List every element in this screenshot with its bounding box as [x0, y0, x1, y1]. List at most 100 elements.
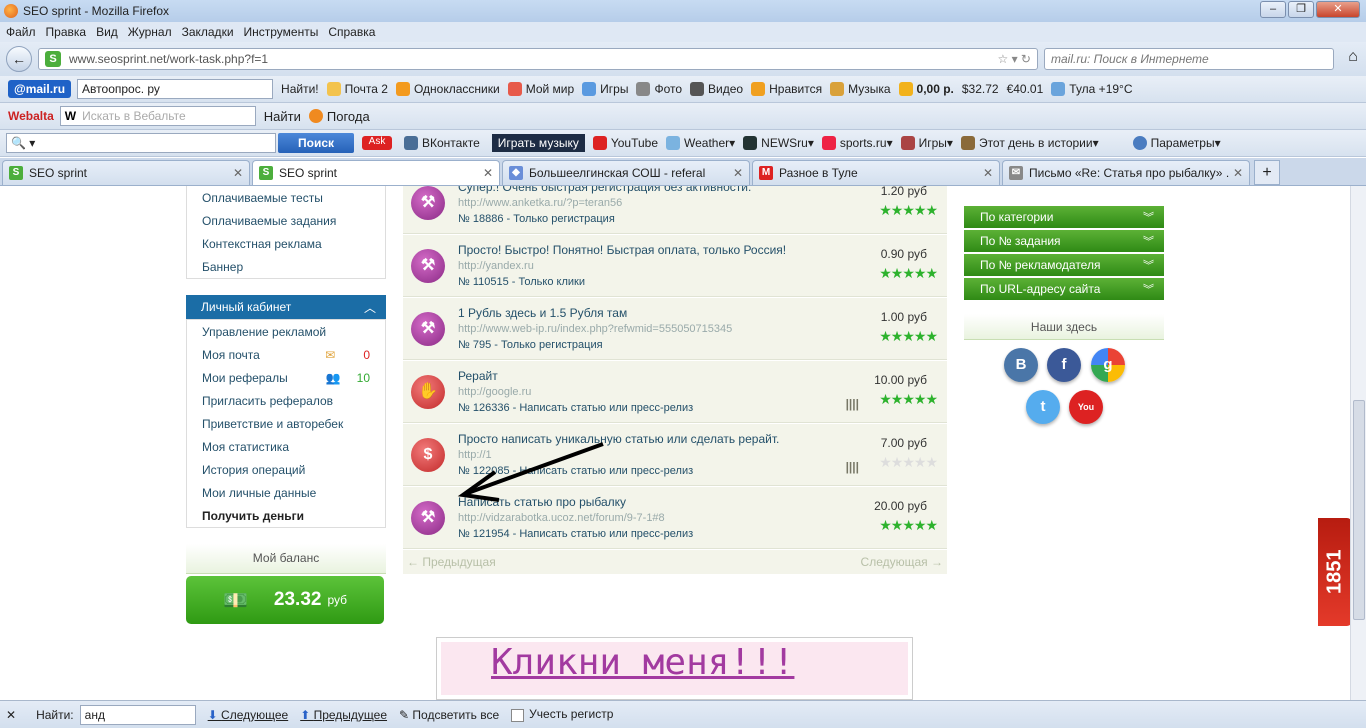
odnoklassniki-link[interactable]: Одноклассники [395, 82, 500, 96]
menu-tools[interactable]: Инструменты [244, 25, 319, 39]
tab-seosprint-1[interactable]: S SEO sprint ✕ [2, 160, 250, 185]
mailru-search-input[interactable]: Автоопрос. ру [77, 79, 274, 99]
maximize-button[interactable]: ❐ [1288, 1, 1314, 18]
toolbar-search-input[interactable]: 🔍 ▾ [6, 133, 276, 153]
address-bar[interactable]: S www.seosprint.net/work-task.php?f=1 ☆ … [38, 48, 1038, 70]
close-tab-icon[interactable]: ✕ [483, 166, 493, 180]
sidebar-item-tasks[interactable]: Оплачиваемые задания [187, 209, 385, 232]
ad-banner[interactable]: Кликни меня!!! [436, 637, 913, 700]
sportsru-link[interactable]: sports.ru ▾ [821, 136, 893, 150]
sidebar-item-stats[interactable]: Моя статистика [187, 435, 385, 458]
newsru-link[interactable]: NEWSru ▾ [743, 136, 814, 150]
eur-rate[interactable]: €40.01 [1007, 82, 1044, 96]
task-row[interactable]: ✋ Рерайт http://google.ru № 126336 - Нап… [403, 361, 947, 423]
webalta-logo[interactable]: Webalta [8, 109, 54, 123]
menu-help[interactable]: Справка [328, 25, 375, 39]
sidebar-item-mail[interactable]: Моя почта ✉ 0 [187, 343, 385, 366]
sidebar-item-tests[interactable]: Оплачиваемые тесты [187, 186, 385, 209]
task-title[interactable]: 1 Рубль здесь и 1.5 Рубля там [458, 306, 627, 320]
ask-icon[interactable]: Ask [362, 136, 396, 150]
find-input[interactable]: анд [79, 704, 196, 725]
play-music-button[interactable]: Играть музыку [488, 134, 585, 152]
banner-text[interactable]: Кликни меня!!! [441, 642, 908, 695]
tab-seosprint-2[interactable]: S SEO sprint ✕ [252, 160, 500, 185]
vertical-scrollbar[interactable] [1350, 186, 1366, 700]
menu-history[interactable]: Журнал [128, 25, 172, 39]
minimize-button[interactable]: ‒ [1260, 1, 1286, 18]
home-icon[interactable]: ⌂ [1342, 48, 1364, 70]
task-title[interactable]: Просто! Быстро! Понятно! Быстрая оплата,… [458, 243, 786, 257]
sidebar-item-invite[interactable]: Пригласить рефералов [187, 389, 385, 412]
find-next-button[interactable]: ⬇ Следующее [208, 708, 289, 722]
find-button[interactable]: Найти! [281, 82, 319, 96]
weather-widget[interactable]: Weather ▾ [666, 136, 735, 150]
menu-view[interactable]: Вид [96, 25, 118, 39]
history-day-link[interactable]: Этот день в истории ▾ [960, 136, 1099, 150]
webalta-search-input[interactable]: W Искать в Вебальте [59, 106, 256, 126]
task-row[interactable]: ⚒ 1 Рубль здесь и 1.5 Рубля там http://w… [403, 298, 947, 360]
tab-school-referal[interactable]: ◆ Большеелгинская СОШ - referal ✕ [502, 160, 750, 185]
vkontakte-link[interactable]: ВКонтакте [404, 136, 480, 150]
tab-tula[interactable]: M Разное в Туле ✕ [752, 160, 1000, 185]
close-window-button[interactable]: ✕ [1316, 1, 1360, 18]
bookmark-star-icon[interactable]: ☆ ▾ ↻ [997, 52, 1031, 66]
search-button[interactable]: Поиск [278, 133, 355, 153]
highlight-all-button[interactable]: ✎ Подсветить все [399, 708, 499, 722]
find-prev-button[interactable]: ⬆ Предыдущее [300, 708, 387, 722]
match-case-checkbox[interactable]: Учесть регистр [511, 707, 613, 722]
facebook-icon[interactable]: f [1047, 348, 1081, 382]
params-menu[interactable]: Параметры ▾ [1132, 136, 1221, 150]
close-tab-icon[interactable]: ✕ [233, 166, 243, 180]
sidebar-item-history[interactable]: История операций [187, 458, 385, 481]
search-bar[interactable]: mail.ru: Поиск в Интернете [1044, 48, 1334, 70]
task-title[interactable]: Супер.! Очень быстрая регистрация без ак… [458, 186, 751, 194]
games-link[interactable]: Игры [582, 82, 628, 96]
back-button[interactable]: ← [6, 46, 32, 72]
task-row[interactable]: ⚒ Просто! Быстро! Понятно! Быстрая оплат… [403, 235, 947, 297]
games-menu[interactable]: Игры ▾ [900, 136, 953, 150]
tab-letter[interactable]: ✉ Письмо «Re: Статья про рыбалку» ... ✕ [1002, 160, 1250, 185]
weather-button[interactable]: Погода [308, 109, 370, 124]
filter-task-number[interactable]: По № задания ︾ [964, 230, 1164, 252]
usd-rate[interactable]: $32.72 [962, 82, 999, 96]
cabinet-header[interactable]: Личный кабинет ︿ [186, 295, 386, 319]
scrollbar-thumb[interactable] [1353, 400, 1365, 620]
menu-bookmarks[interactable]: Закладки [182, 25, 234, 39]
weather-link[interactable]: Тула +19°C [1051, 82, 1133, 96]
next-page-link[interactable]: Следующая → [861, 555, 943, 569]
twitter-icon[interactable]: t [1026, 390, 1060, 424]
sidebar-item-greeting[interactable]: Приветствие и авторебек [187, 412, 385, 435]
menu-edit[interactable]: Правка [46, 25, 87, 39]
sidebar-item-banner[interactable]: Баннер [187, 255, 385, 278]
new-tab-button[interactable]: + [1254, 160, 1280, 185]
task-row[interactable]: ⚒ Супер.! Очень быстрая регистрация без … [403, 186, 947, 234]
filter-url[interactable]: По URL-адресу сайта ︾ [964, 278, 1164, 300]
youtube-icon[interactable]: You [1069, 390, 1103, 424]
prev-page-link[interactable]: ← Предыдущая [407, 555, 496, 569]
mailru-logo[interactable]: @mail.ru [8, 80, 72, 98]
filter-advertiser[interactable]: По № рекламодателя ︾ [964, 254, 1164, 276]
balance-link[interactable]: 0,00 р. [898, 82, 954, 96]
filter-category[interactable]: По категории ︾ [964, 206, 1164, 228]
music-link[interactable]: Музыка [830, 82, 891, 96]
sidebar-item-referals[interactable]: Мои рефералы 👥 10 [187, 366, 385, 389]
close-tab-icon[interactable]: ✕ [1233, 166, 1243, 180]
sidebar-item-manage-ads[interactable]: Управление рекламой [187, 320, 385, 343]
like-link[interactable]: Нравится [751, 82, 822, 96]
sidebar-item-personal[interactable]: Мои личные данные [187, 481, 385, 504]
google-icon[interactable]: g [1091, 348, 1125, 382]
balance-button[interactable]: 💵 23.32 руб [186, 576, 384, 624]
mail-link[interactable]: Почта 2 [326, 82, 388, 96]
video-link[interactable]: Видео [690, 82, 743, 96]
webalta-find-button[interactable]: Найти [264, 109, 301, 124]
sidebar-item-context-ads[interactable]: Контекстная реклама [187, 232, 385, 255]
counter-badge[interactable]: 1851 [1318, 518, 1352, 626]
close-tab-icon[interactable]: ✕ [983, 166, 993, 180]
mymir-link[interactable]: Мой мир [507, 82, 574, 96]
close-tab-icon[interactable]: ✕ [733, 166, 743, 180]
vkontakte-icon[interactable]: B [1004, 348, 1038, 382]
photo-link[interactable]: Фото [636, 82, 682, 96]
sidebar-item-withdraw[interactable]: Получить деньги [187, 504, 385, 527]
close-find-icon[interactable]: ✕ [6, 708, 16, 722]
menu-file[interactable]: Файл [6, 25, 36, 39]
